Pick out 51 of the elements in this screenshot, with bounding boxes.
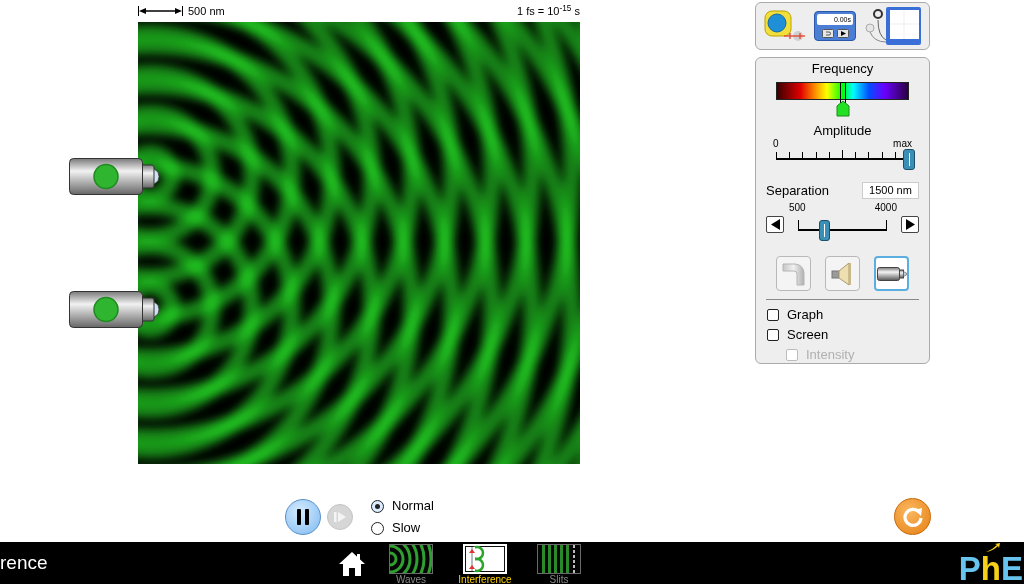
reset-icon <box>901 505 924 528</box>
radio-icon[interactable] <box>371 499 384 513</box>
scale-bar-label: 500 nm <box>188 5 225 17</box>
screen-tab[interactable]: Waves <box>377 542 445 584</box>
interference-screen-icon <box>463 544 507 574</box>
amplitude-slider-thumb[interactable] <box>903 149 915 170</box>
checkbox-icon[interactable] <box>767 329 779 341</box>
faucet-icon <box>781 261 806 286</box>
home-icon <box>338 551 366 577</box>
increase-button[interactable] <box>901 216 919 233</box>
sim-title: rence <box>0 552 48 574</box>
scale-bar-arrow <box>138 6 183 16</box>
checkbox[interactable]: Screen <box>767 327 829 343</box>
step-icon <box>334 511 346 523</box>
amplitude-label: Amplitude <box>813 123 872 139</box>
left-triangle-icon <box>770 219 780 230</box>
checkbox-icon[interactable] <box>767 309 779 321</box>
home-button[interactable] <box>338 551 366 577</box>
emitter-button[interactable] <box>93 163 119 190</box>
frequency-label: Frequency <box>811 61 874 77</box>
laser-icon <box>876 266 907 281</box>
logo-text: PhE <box>958 554 1024 584</box>
time-scale-label: 1 fs = 10$^{-15}$ s <box>517 4 580 18</box>
separation-min-label: 500 <box>789 203 806 213</box>
measuring-tape-icon[interactable] <box>764 9 806 43</box>
decrease-button[interactable] <box>766 216 784 233</box>
screen-tab[interactable]: Slits <box>525 542 593 584</box>
wave-meter-icon[interactable] <box>864 6 922 46</box>
speed-radio[interactable]: Normal <box>371 498 434 514</box>
separation-max-label: 4000 <box>874 203 897 213</box>
separation-slider-thumb[interactable] <box>818 220 830 241</box>
play-icon[interactable] <box>836 29 849 38</box>
light-emitter[interactable] <box>69 158 160 195</box>
light-emitter[interactable] <box>69 291 160 328</box>
pause-icon <box>297 509 309 525</box>
amplitude-max-label: max <box>893 139 912 149</box>
right-triangle-icon <box>905 219 915 230</box>
scene-button[interactable] <box>874 256 909 291</box>
arrow-icon <box>986 543 1000 553</box>
reset-all-button[interactable] <box>894 498 931 535</box>
reset-icon[interactable] <box>821 29 834 38</box>
pause-button[interactable] <box>285 499 321 535</box>
screen-tab[interactable]: Interference <box>451 542 519 584</box>
separation-label: Separation <box>766 182 829 199</box>
radio-icon[interactable] <box>371 521 384 535</box>
frequency-slider-thumb[interactable] <box>835 82 850 117</box>
checkbox[interactable]: Graph <box>767 307 824 323</box>
separation-value-field: 1500 nm <box>862 182 919 199</box>
speed-radio[interactable]: Slow <box>371 520 434 536</box>
amplitude-min-label: 0 <box>773 139 779 149</box>
emitter-button[interactable] <box>93 296 119 323</box>
